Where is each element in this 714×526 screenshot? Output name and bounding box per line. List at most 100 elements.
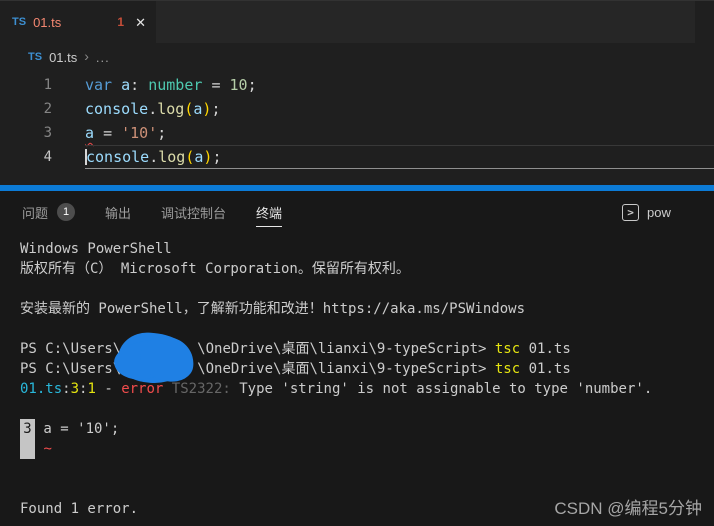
terminal-text-segment: error bbox=[121, 381, 164, 397]
terminal-text-segment: Found 1 error. bbox=[20, 501, 139, 517]
terminal-line: PS C:\Users\ \OneDrive\桌面\lianxi\9-typeSc… bbox=[20, 359, 714, 379]
tab-terminal-label: 终端 bbox=[256, 205, 283, 221]
code-token: = bbox=[103, 124, 113, 142]
code-text: console.log(a); bbox=[85, 145, 714, 169]
terminal-text-segment: 安装最新的 PowerShell，了解新功能和改进！https://aka.ms… bbox=[20, 301, 526, 317]
tab-debug-console[interactable]: 调试控制台 bbox=[161, 191, 226, 233]
code-token: ; bbox=[247, 76, 257, 94]
code-token: log bbox=[158, 148, 186, 166]
terminal-text-segment: 01.ts bbox=[20, 381, 63, 397]
line-number: 1 bbox=[43, 77, 52, 93]
code-token: . bbox=[148, 100, 158, 118]
terminal-output[interactable]: Windows PowerShell 版权所有（C） Microsoft Corp… bbox=[0, 233, 714, 519]
terminal-text-segment: tsc bbox=[494, 361, 521, 377]
terminal-lines: Windows PowerShell 版权所有（C） Microsoft Corp… bbox=[20, 239, 714, 519]
terminal-text-segment: Type 'string' is not assignable to type … bbox=[230, 381, 653, 397]
terminal-text-segment: 3 bbox=[70, 381, 80, 397]
terminal-text-segment: TS2322: bbox=[171, 381, 231, 397]
terminal-text-segment: PS C:\Users\ bbox=[20, 341, 122, 357]
code-token: a bbox=[121, 76, 131, 94]
tab-problems[interactable]: 问题 1 bbox=[22, 191, 76, 233]
terminal-text-segment: - bbox=[95, 381, 122, 397]
terminal-text-segment: PS C:\Users\ bbox=[20, 361, 122, 377]
code-text: console.log(a); bbox=[85, 97, 714, 121]
editor-tab-bar: TS 01.ts 1 ✕ bbox=[0, 0, 714, 43]
line-number: 3 bbox=[43, 125, 52, 141]
tab-problems-label: 问题 bbox=[22, 205, 49, 221]
tab-error-count-badge: 1 bbox=[117, 15, 125, 29]
code-token: a bbox=[85, 124, 95, 142]
tab-01ts[interactable]: TS 01.ts 1 ✕ bbox=[0, 1, 156, 43]
code-editor[interactable]: 1 var a: number = 10; 2 console.log(a); 3 a =… bbox=[0, 71, 714, 169]
terminal-text-segment: tsc bbox=[494, 341, 521, 357]
code-line[interactable]: 1 var a: number = 10; bbox=[0, 73, 714, 97]
code-token: '10' bbox=[121, 124, 158, 142]
code-token: : bbox=[130, 76, 140, 94]
tab-debug-console-label: 调试控制台 bbox=[161, 205, 227, 221]
code-token: number bbox=[148, 76, 203, 94]
code-token: log bbox=[157, 100, 185, 118]
line-number: 2 bbox=[43, 101, 52, 117]
editor-lines: 1 var a: number = 10; 2 console.log(a); 3 a =… bbox=[0, 73, 714, 169]
tab-terminal[interactable]: 终端 bbox=[256, 191, 283, 233]
tab-output[interactable]: 输出 bbox=[105, 191, 131, 233]
close-icon[interactable]: ✕ bbox=[135, 16, 146, 29]
terminal-text-segment: 01.ts bbox=[520, 361, 571, 377]
typescript-file-icon: TS bbox=[28, 51, 43, 63]
terminal-icon: > bbox=[622, 203, 639, 221]
code-token: ; bbox=[157, 124, 167, 142]
terminal-line: ~ bbox=[20, 439, 714, 459]
tab-output-label: 输出 bbox=[105, 205, 132, 221]
problems-count-badge: 1 bbox=[57, 203, 76, 221]
code-token: console bbox=[85, 100, 149, 118]
bottom-panel: 问题 1 输出 调试控制台 终端 > pow Windows PowerShel… bbox=[0, 191, 714, 526]
terminal-text-segment: 3 bbox=[20, 419, 35, 439]
terminal-shell-selector[interactable]: > pow bbox=[622, 191, 714, 233]
code-token: console bbox=[86, 148, 150, 166]
terminal-line: 01.ts:3:1 - error TS2322: Type 'string' … bbox=[20, 379, 714, 399]
code-line[interactable]: 3 a = '10'; bbox=[0, 121, 714, 145]
breadcrumb-file[interactable]: 01.ts bbox=[49, 50, 77, 65]
terminal-shell-name: pow bbox=[647, 204, 671, 220]
code-line[interactable]: 2 console.log(a); bbox=[0, 97, 714, 121]
code-token: ; bbox=[212, 148, 222, 166]
terminal-line: 版权所有（C） Microsoft Corporation。保留所有权利。 bbox=[20, 259, 714, 279]
terminal-text-segment: \OneDrive\桌面\lianxi\9-typeScript> bbox=[197, 341, 495, 357]
terminal-text-segment: \OneDrive\桌面\lianxi\9-typeScript> bbox=[197, 361, 495, 377]
code-text: a = '10'; bbox=[85, 121, 714, 145]
terminal-line: Windows PowerShell bbox=[20, 239, 714, 259]
terminal-text-segment: : bbox=[62, 381, 71, 397]
terminal-line: PS C:\Users\ \OneDrive\桌面\lianxi\9-typeSc… bbox=[20, 339, 714, 359]
chevron-right-icon: › bbox=[84, 48, 89, 64]
line-number: 4 bbox=[43, 149, 52, 165]
code-text: var a: number = 10; bbox=[85, 73, 714, 97]
tab-filename: 01.ts bbox=[33, 14, 62, 30]
code-line[interactable]: 4 console.log(a); bbox=[0, 145, 714, 169]
terminal-text-segment: Windows PowerShell bbox=[20, 241, 172, 257]
breadcrumb: TS 01.ts › ... bbox=[0, 43, 714, 71]
terminal-line: 3 a = '10'; bbox=[20, 419, 714, 439]
breadcrumb-symbol-ellipsis[interactable]: ... bbox=[96, 50, 110, 65]
code-token: ; bbox=[211, 100, 221, 118]
terminal-text-segment: ~ bbox=[43, 441, 52, 457]
code-token: 10 bbox=[229, 76, 248, 94]
terminal-text-segment bbox=[20, 439, 35, 459]
terminal-text-segment: 1 bbox=[87, 381, 96, 397]
panel-tab-bar: 问题 1 输出 调试控制台 终端 > pow bbox=[0, 191, 714, 233]
typescript-file-icon: TS bbox=[12, 16, 27, 28]
terminal-text-segment: a = '10'; bbox=[35, 421, 120, 437]
terminal-text-segment: 版权所有（C） Microsoft Corporation。保留所有权利。 bbox=[20, 261, 410, 277]
vscode-window: TS 01.ts 1 ✕ TS 01.ts › ... 1 var a: numb… bbox=[0, 0, 714, 526]
terminal-text-segment: 01.ts bbox=[520, 341, 571, 357]
terminal-line: 安装最新的 PowerShell，了解新功能和改进！https://aka.ms… bbox=[20, 299, 714, 319]
